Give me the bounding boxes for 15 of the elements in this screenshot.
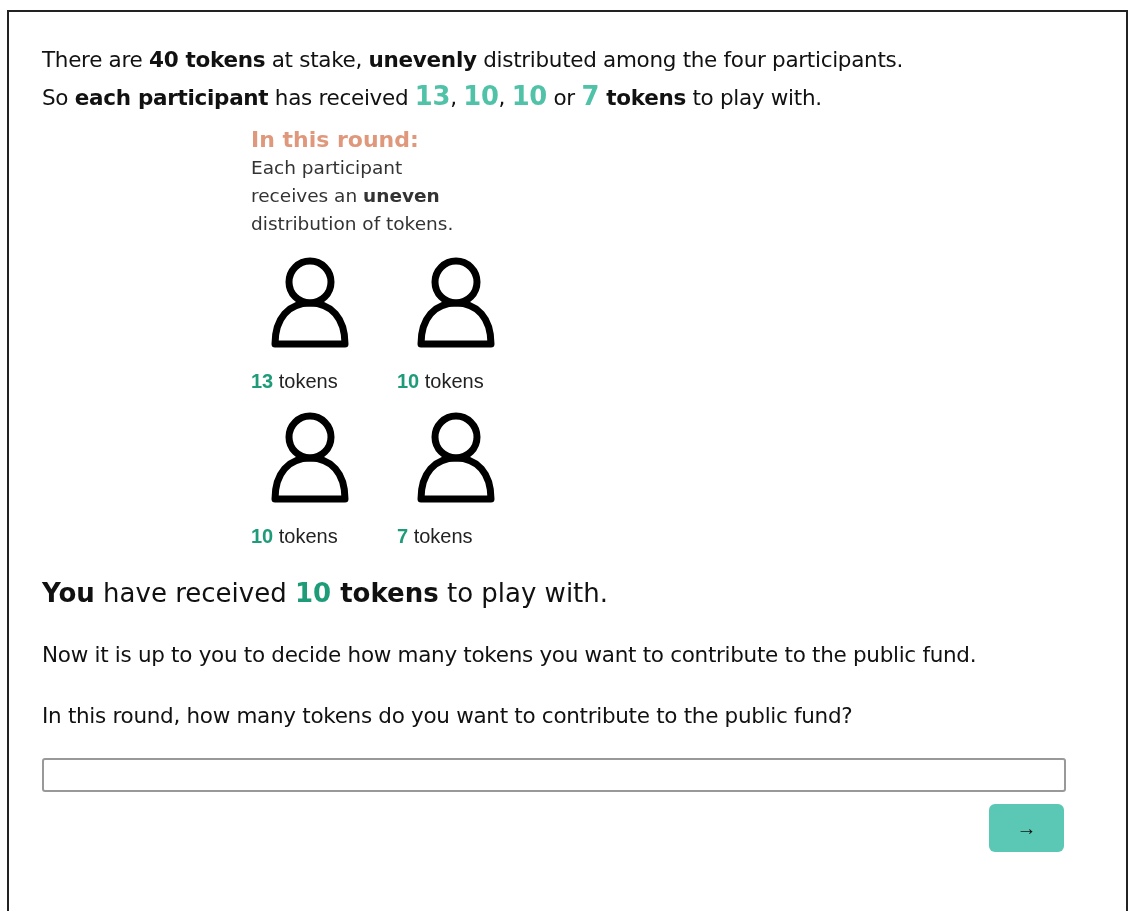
- token-count: 13 tokens: [251, 370, 338, 393]
- infographic-text: distribution of tokens.: [251, 212, 455, 236]
- intro-text: So each participant has received 13, 10, 10 or 7 tokens to play with.: [42, 80, 823, 113]
- token-count: 10 tokens: [397, 370, 484, 393]
- question-text: In this round, how many tokens do you want to contribute to the public fund?: [42, 703, 854, 728]
- next-button[interactable]: →: [989, 804, 1064, 852]
- infographic-heading: In this round:: [251, 126, 420, 154]
- intro-text: There are 40 tokens at stake, unevenly distributed among the four participants.: [42, 46, 904, 74]
- token-count: 7 tokens: [397, 525, 473, 548]
- received-text: You have received 10 tokens to play with.: [42, 578, 610, 608]
- instruction-text: Now it is up to you to decide how many tokens you want to contribute to the public fund.: [42, 642, 978, 667]
- token-count: 10 tokens: [251, 525, 338, 548]
- infographic-text: receives an uneven: [251, 184, 441, 208]
- answer-field[interactable]: [42, 758, 1066, 792]
- infographic-text: Each participant: [251, 156, 404, 180]
